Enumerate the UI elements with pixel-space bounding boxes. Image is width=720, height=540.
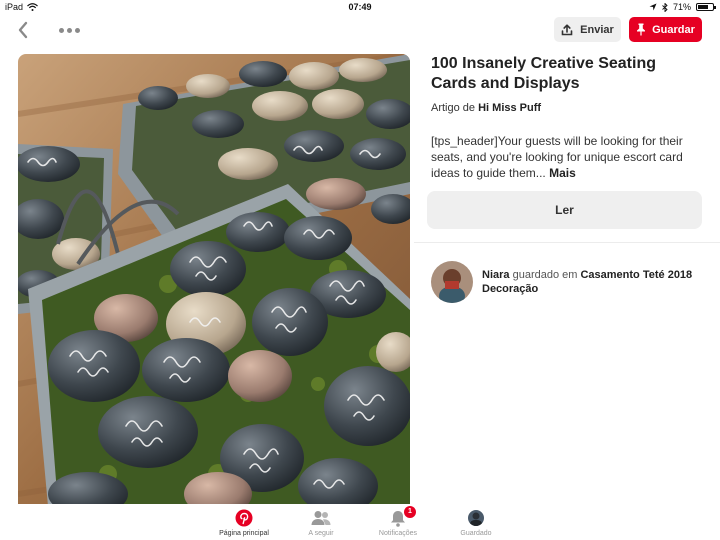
dot-icon [66, 27, 72, 33]
battery-percent: 71% [672, 2, 691, 12]
pin-icon [637, 23, 646, 36]
send-button[interactable]: Enviar [554, 17, 621, 42]
status-time: 07:49 [348, 2, 372, 12]
author-link[interactable]: Hi Miss Puff [478, 102, 541, 114]
share-icon [561, 23, 573, 35]
status-bar: iPad 07:49 71% [0, 0, 720, 14]
top-bar: Enviar Guardar [0, 14, 720, 46]
tab-notifications[interactable]: 1 Notificações [358, 506, 438, 537]
back-button[interactable] [12, 18, 36, 42]
saved-by-text: Niara guardado em Casamento Teté 2018 De… [482, 268, 702, 296]
location-icon [649, 3, 657, 11]
battery-icon [696, 3, 716, 11]
pin-image[interactable] [18, 54, 410, 506]
divider [414, 242, 720, 243]
save-label: Guardar [652, 23, 695, 36]
tab-label: Página principal [219, 530, 269, 537]
tab-following[interactable]: A seguir [281, 508, 361, 537]
article-prefix: Artigo de [431, 102, 476, 114]
more-link[interactable]: Mais [549, 166, 576, 180]
profile-avatar-icon [468, 510, 484, 526]
chevron-left-icon [18, 21, 28, 39]
tab-label: A seguir [308, 530, 334, 537]
article-attribution: Artigo de Hi Miss Puff [431, 102, 541, 114]
read-button[interactable]: Ler [427, 191, 702, 229]
tab-label: Notificações [378, 530, 418, 537]
pin-title: 100 Insanely Creative Seating Cards and … [431, 55, 656, 92]
save-button[interactable]: Guardar [629, 17, 702, 42]
avatar-photo [431, 261, 473, 303]
bottom-tab-bar: Página principal A seguir 1 Notificações [0, 504, 720, 540]
bluetooth-icon [662, 2, 668, 12]
tab-saved[interactable]: Guardado [436, 508, 516, 537]
notification-badge: 1 [404, 506, 416, 518]
dot-icon [74, 27, 80, 33]
pin-description: [tps_header]Your guests will be looking … [431, 133, 703, 181]
tab-label: Guardado [460, 530, 492, 537]
more-options-button[interactable] [56, 18, 82, 42]
people-icon [311, 511, 331, 525]
send-label: Enviar [580, 23, 614, 36]
saver-name[interactable]: Niara [482, 269, 510, 281]
battery-level-fill [698, 5, 708, 9]
pinterest-logo-icon [235, 509, 253, 527]
saved-in-label: guardado em [512, 269, 578, 281]
saver-avatar[interactable] [431, 261, 473, 303]
dot-icon [58, 27, 64, 33]
pin-photo [18, 54, 410, 506]
tab-home[interactable]: Página principal [204, 508, 284, 537]
